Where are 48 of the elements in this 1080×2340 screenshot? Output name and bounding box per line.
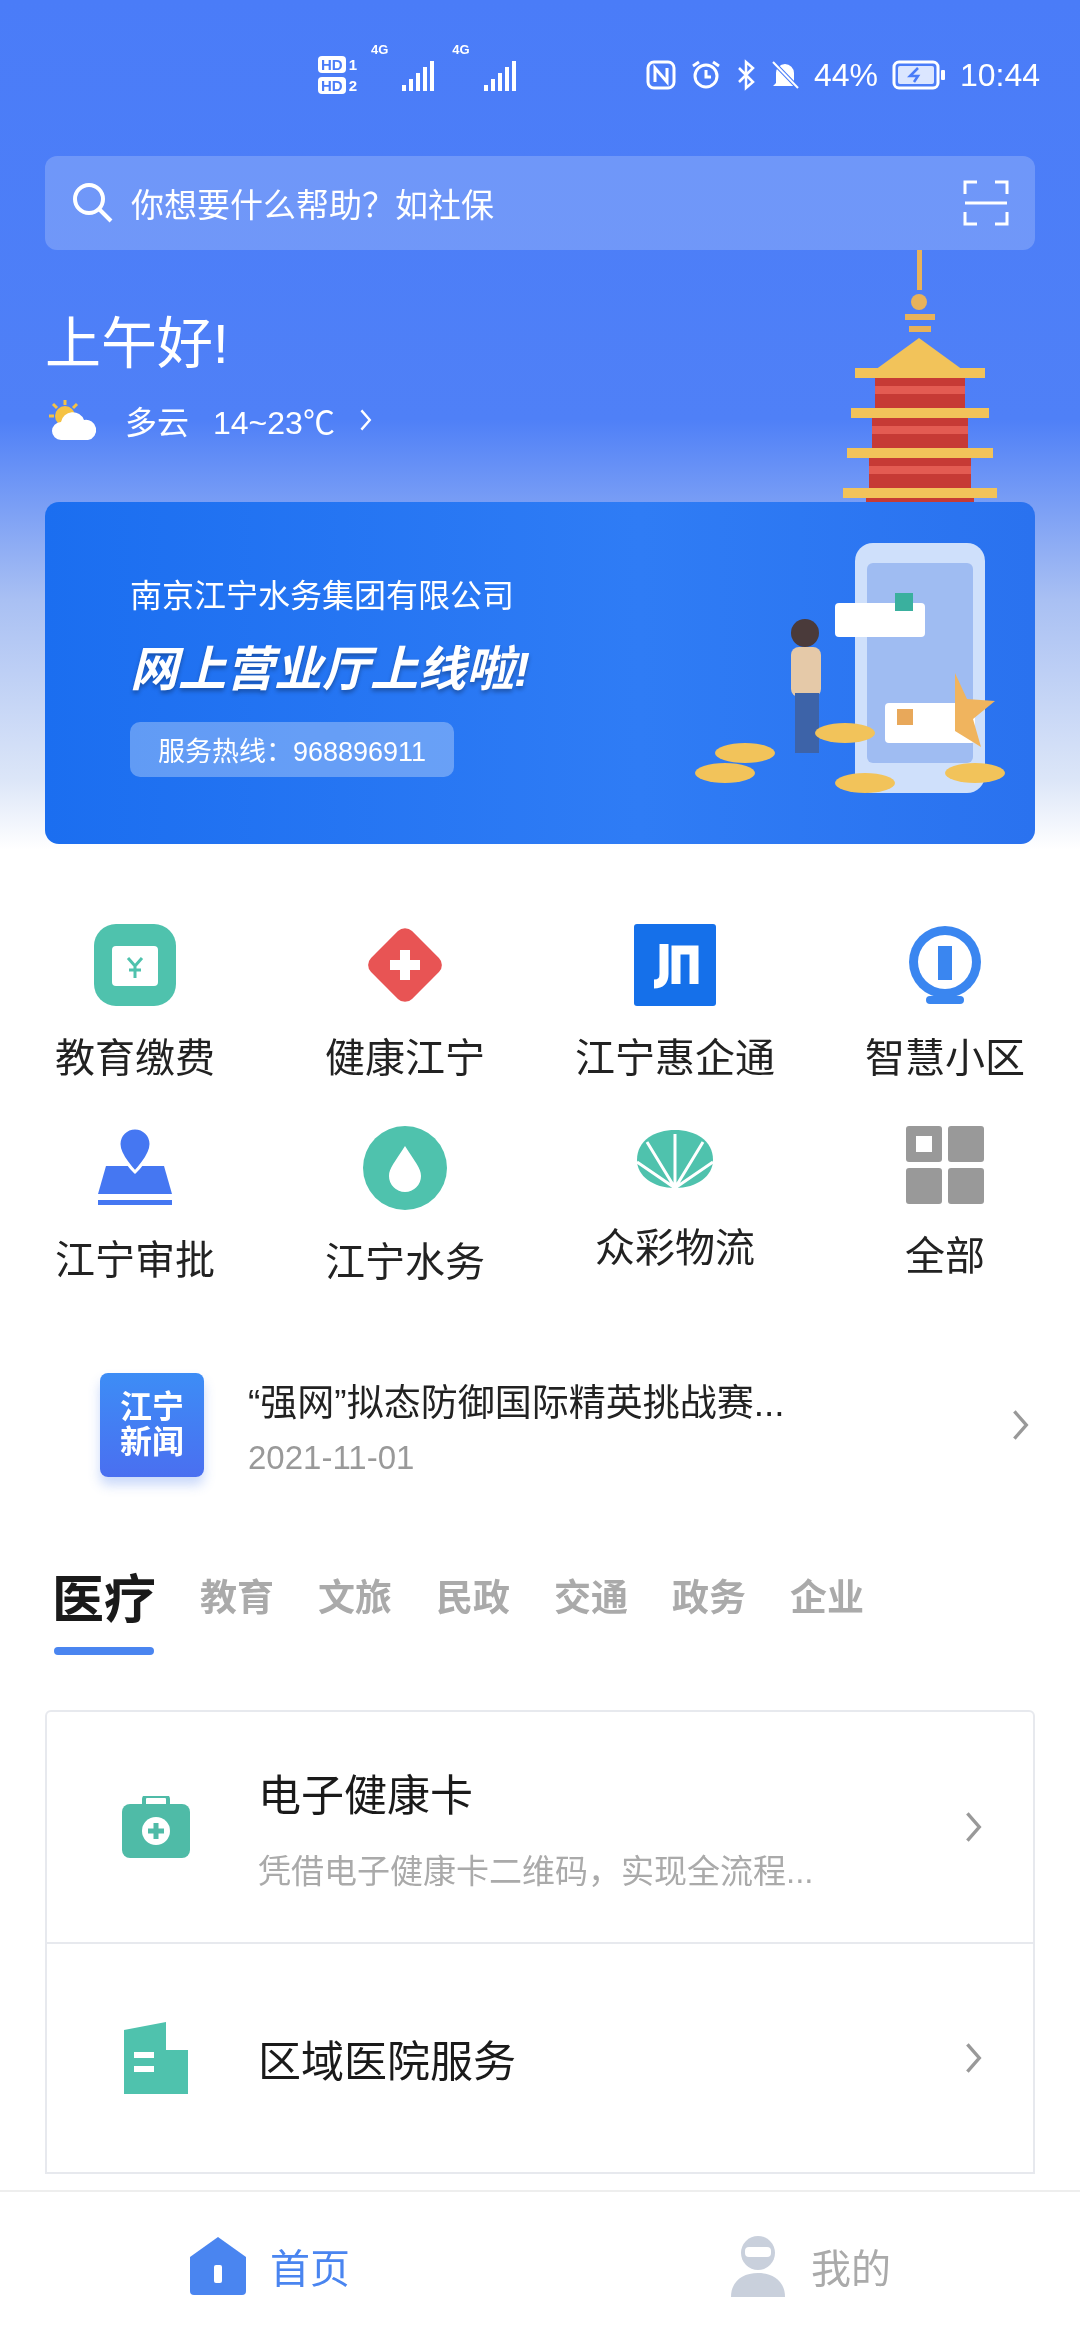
news-title[interactable]: “强网”拟态防御国际精英挑战赛...	[248, 1373, 968, 1427]
clock-time: 10:44	[959, 56, 1040, 94]
hd-label: HD 1	[318, 56, 357, 73]
water-drop-icon	[363, 1126, 447, 1210]
building-icon	[122, 2022, 190, 2094]
chevron-right-icon	[964, 2041, 983, 2075]
search-icon	[71, 181, 115, 225]
scan-icon[interactable]	[963, 180, 1009, 226]
bluetooth-icon	[735, 59, 756, 91]
wallet-icon	[94, 924, 176, 1006]
banner-headline: 网上营业厅上线啦!	[130, 641, 530, 698]
weather-condition: 多云	[125, 404, 189, 443]
grid-icon	[906, 1126, 984, 1204]
app-logo-icon	[634, 924, 716, 1006]
user-icon	[729, 2235, 787, 2297]
promo-banner[interactable]: 南京江宁水务集团有限公司 网上营业厅上线啦! 服务热线：968896911	[45, 502, 1035, 844]
temperature-range: 14~23℃	[213, 404, 335, 443]
network-type: 4G	[452, 42, 470, 57]
hotline-label: 服务热线：968896911	[130, 721, 455, 777]
service-label[interactable]: 江宁审批	[55, 1228, 215, 1286]
service-label[interactable]: 江宁惠企通	[575, 1026, 775, 1084]
nfc-icon	[645, 60, 676, 90]
home-icon	[190, 2237, 246, 2295]
news-date: 2021-11-01	[248, 1439, 416, 1477]
chevron-right-icon	[964, 1810, 983, 1844]
service-label[interactable]: 健康江宁	[325, 1026, 485, 1084]
card-subtitle: 凭借电子健康卡二维码，实现全流程...	[258, 1852, 815, 1892]
greeting-text: 上午好!	[45, 311, 230, 377]
chevron-right-icon	[1011, 1408, 1030, 1442]
card-title[interactable]: 区域医院服务	[258, 2027, 897, 2089]
search-placeholder: 你想要什么帮助？如社保	[131, 186, 495, 226]
category-tab[interactable]: 医疗	[52, 1558, 156, 1633]
hd-label: HD 2	[318, 77, 357, 94]
service-label[interactable]: 全部	[905, 1224, 985, 1282]
nav-tab[interactable]: 首页	[270, 2237, 350, 2295]
service-label[interactable]: 江宁水务	[325, 1230, 485, 1288]
service-label[interactable]: 智慧小区	[865, 1026, 1025, 1084]
card-title[interactable]: 电子健康卡	[258, 1761, 897, 1823]
news-badge: 江宁 新闻	[100, 1373, 204, 1477]
battery-percent: 44%	[813, 56, 878, 94]
battery-charging-icon	[891, 60, 946, 90]
service-label[interactable]: 教育缴费	[55, 1026, 215, 1084]
chevron-right-icon	[358, 408, 373, 432]
first-aid-kit-icon	[122, 1796, 190, 1858]
bell-muted-icon	[769, 59, 800, 91]
service-label[interactable]: 众彩物流	[595, 1216, 755, 1274]
network-type: 4G	[371, 42, 389, 57]
company-name: 南京江宁水务集团有限公司	[130, 576, 515, 616]
